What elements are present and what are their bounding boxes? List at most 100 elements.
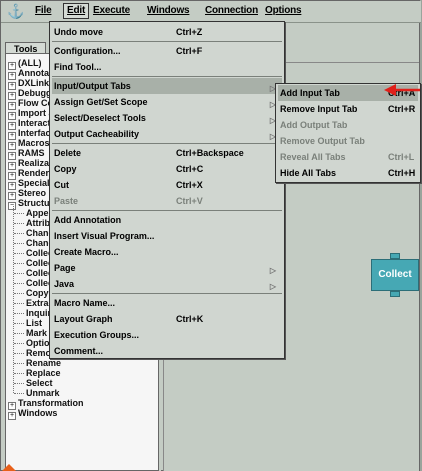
menu-item-label: Hide All Tabs [280, 168, 337, 178]
shortcut-label: Ctrl+F [176, 46, 203, 56]
tree-category-label: Transformation [18, 398, 84, 408]
tree-connector [14, 233, 24, 234]
menu-separator [52, 76, 282, 77]
pointer-arrow-icon [384, 84, 420, 96]
tree-connector [14, 213, 24, 214]
edit-menu-item[interactable]: Java ▷ [52, 276, 282, 292]
tree-connector [14, 293, 24, 294]
menu-item-label: Cut [54, 180, 69, 190]
edit-menu-item[interactable]: Layout Graph Ctrl+K [52, 311, 282, 327]
menu-item-label: Add Output Tab [280, 120, 348, 130]
menu-separator [52, 293, 282, 294]
menu-item-label: Macro Name... [54, 298, 116, 308]
menu-item-label: Comment... [54, 346, 104, 356]
edit-menu-item[interactable]: Select/Deselect Tools ▷ [52, 110, 282, 126]
edit-menu-item[interactable]: Cut Ctrl+X [52, 177, 282, 193]
tree-category-label: Windows [18, 408, 58, 418]
edit-menu: Undo move Ctrl+Z Configuration... Ctrl+F Fin… [49, 21, 285, 359]
application-window: ⚓ File Edit Execute Windows Connection O… [0, 0, 421, 471]
submenu-item[interactable]: Add Output Tab [278, 117, 418, 133]
tree-connector [14, 373, 24, 374]
collect-node[interactable]: Collect [371, 253, 419, 297]
tree-category-label: Macros [18, 138, 50, 148]
menu-item-label: Insert Visual Program... [54, 231, 155, 241]
menu-item-label: Remove Output Tab [280, 136, 365, 146]
menu-item-label: Undo move [54, 27, 104, 37]
tree-category-label: DXLink [18, 78, 50, 88]
tree-connector [14, 323, 24, 324]
menu-connection[interactable]: Connection [205, 5, 258, 16]
shortcut-label: Ctrl+L [388, 152, 415, 162]
menu-item-label: Add Annotation [54, 215, 122, 225]
io-tabs-submenu: Add Input Tab Ctrl+A Remove Input Tab Ctrl+… [275, 83, 421, 183]
tree-tool-item[interactable]: Mark [26, 328, 47, 338]
tree-category[interactable]: + Windows [8, 408, 57, 420]
menu-item-label: Output Cacheability [54, 129, 140, 139]
output-port[interactable] [390, 291, 400, 297]
menu-bar: ⚓ File Edit Execute Windows Connection O… [1, 1, 421, 23]
submenu-item[interactable]: Remove Output Tab [278, 133, 418, 149]
tree-tool-item[interactable]: Select [26, 378, 53, 388]
menu-item-label: Configuration... [54, 46, 121, 56]
collect-node-label: Collect [371, 259, 419, 291]
menu-edit[interactable]: Edit [63, 3, 90, 19]
submenu-item[interactable]: Reveal All Tabs Ctrl+L [278, 149, 418, 165]
edit-menu-item[interactable]: Assign Get/Set Scope ▷ [52, 94, 282, 110]
menu-item-label: Page [54, 263, 76, 273]
tree-tool-item[interactable]: Rename [26, 358, 61, 368]
shortcut-label: Ctrl+Backspace [176, 148, 244, 158]
tree-connector [14, 273, 24, 274]
menu-options[interactable]: Options [265, 5, 302, 16]
edit-menu-item[interactable]: Delete Ctrl+Backspace [52, 145, 282, 161]
tree-connector [14, 383, 24, 384]
edit-menu-item[interactable]: Page ▷ [52, 260, 282, 276]
tree-connector [14, 313, 24, 314]
collapse-icon[interactable]: − [8, 202, 16, 210]
tree-connector [14, 223, 24, 224]
menu-windows[interactable]: Windows [147, 5, 190, 16]
edit-menu-item[interactable]: Macro Name... [52, 295, 282, 311]
palette-tabs: Tools [5, 39, 47, 55]
tree-tool-item[interactable]: List [26, 318, 42, 328]
tree-connector [14, 263, 24, 264]
edit-menu-item[interactable]: Output Cacheability ▷ [52, 126, 282, 142]
shortcut-label: Ctrl+Z [176, 27, 203, 37]
menu-item-label: Paste [54, 196, 79, 206]
shortcut-label: Ctrl+C [176, 164, 204, 174]
menu-item-label: Input/Output Tabs [54, 81, 131, 91]
anchor-icon[interactable]: ⚓ [7, 3, 24, 19]
edit-menu-item[interactable]: Create Macro... [52, 244, 282, 260]
menu-item-label: Add Input Tab [280, 88, 340, 98]
tree-tool-item[interactable]: Unmark [26, 388, 60, 398]
pointer-fragment-icon [2, 464, 16, 471]
menu-separator [52, 143, 282, 144]
menu-item-label: Delete [54, 148, 82, 158]
edit-menu-item[interactable]: Configuration... Ctrl+F [52, 43, 282, 59]
edit-menu-item[interactable]: Paste Ctrl+V [52, 193, 282, 209]
menu-item-label: Create Macro... [54, 247, 119, 257]
tree-connector [14, 303, 24, 304]
edit-menu-item[interactable]: Input/Output Tabs ▷ [52, 78, 282, 94]
menu-item-label: Layout Graph [54, 314, 113, 324]
edit-menu-item[interactable]: Comment... [52, 343, 282, 359]
tree-connector [14, 343, 24, 344]
menu-item-label: Remove Input Tab [280, 104, 358, 114]
tree-connector [14, 253, 24, 254]
edit-menu-item[interactable]: Add Annotation [52, 212, 282, 228]
tree-tool-item[interactable]: Replace [26, 368, 61, 378]
menu-separator [52, 210, 282, 211]
menu-execute[interactable]: Execute [93, 5, 130, 16]
tree-category-label: Special [18, 178, 50, 188]
tree-category-label: Stereo [18, 188, 47, 198]
edit-menu-item[interactable]: Undo move Ctrl+Z [52, 24, 282, 40]
menu-item-label: Assign Get/Set Scope [54, 97, 148, 107]
submenu-item[interactable]: Hide All Tabs Ctrl+H [278, 165, 418, 181]
edit-menu-item[interactable]: Copy Ctrl+C [52, 161, 282, 177]
menu-file[interactable]: File [35, 5, 52, 16]
submenu-item[interactable]: Remove Input Tab Ctrl+R [278, 101, 418, 117]
edit-menu-item[interactable]: Insert Visual Program... [52, 228, 282, 244]
edit-menu-item[interactable]: Execution Groups... [52, 327, 282, 343]
tree-connector [14, 283, 24, 284]
edit-menu-item[interactable]: Find Tool... [52, 59, 282, 75]
expand-icon[interactable]: + [8, 412, 16, 420]
